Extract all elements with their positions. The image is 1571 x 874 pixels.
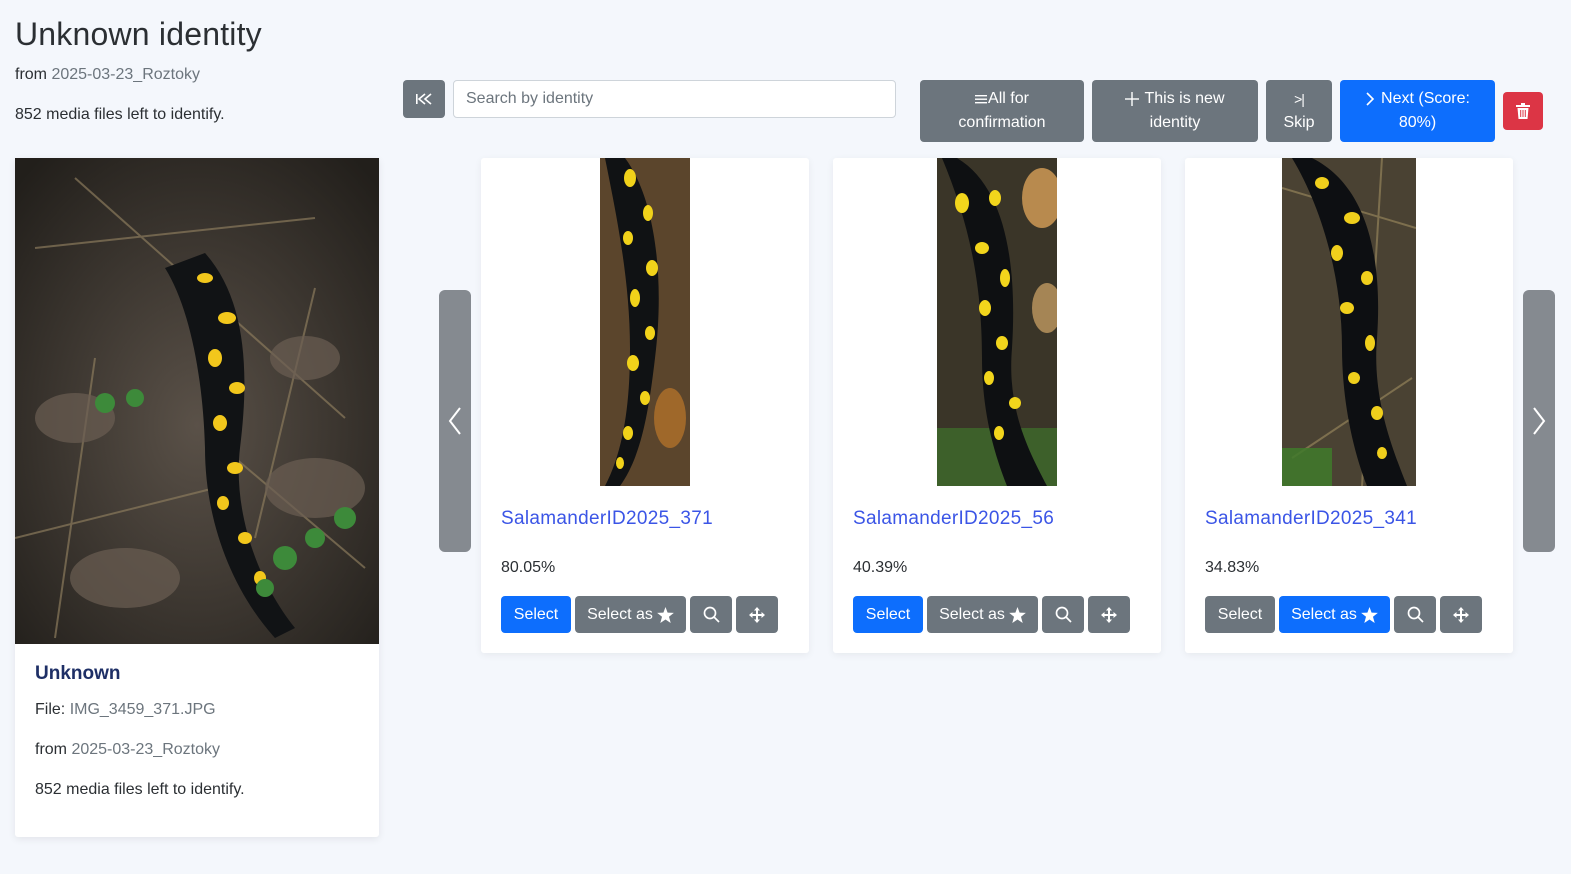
- plus-icon: [1125, 92, 1140, 106]
- search-icon: [703, 606, 720, 623]
- candidate-image[interactable]: [600, 158, 690, 486]
- candidate-score: 34.83%: [1205, 559, 1260, 576]
- move-button[interactable]: [736, 596, 778, 633]
- select-as-label: Select as: [939, 605, 1005, 623]
- move-icon: [749, 606, 765, 623]
- candidate-image[interactable]: [937, 158, 1057, 486]
- candidate-card: SalamanderID2025_341 34.83% Select Selec…: [1185, 158, 1513, 653]
- new-identity-button[interactable]: This is new identity: [1092, 80, 1258, 142]
- select-as-button[interactable]: Select as: [927, 596, 1038, 633]
- search-icon: [1407, 606, 1424, 623]
- location-link[interactable]: 2025-03-23_Roztoky: [71, 741, 220, 758]
- page-title: Unknown identity: [15, 16, 262, 52]
- all-for-confirmation-button[interactable]: All for confirmation: [920, 80, 1084, 142]
- salamander-photo: [1282, 158, 1416, 486]
- select-button[interactable]: Select: [1205, 596, 1275, 633]
- new-identity-label: This is new: [1144, 90, 1225, 107]
- chevron-left-icon: [448, 407, 461, 435]
- zoom-button[interactable]: [690, 596, 732, 633]
- salamander-photo: [937, 158, 1057, 486]
- select-as-label: Select as: [1291, 605, 1357, 623]
- query-title: Unknown: [35, 663, 121, 684]
- all-for-row: All for: [975, 87, 1029, 111]
- move-button[interactable]: [1440, 596, 1482, 633]
- next-score: 80%): [1398, 114, 1437, 131]
- skip-icon: >|: [1294, 91, 1305, 107]
- from-label: from: [35, 741, 67, 758]
- star-icon: [1009, 606, 1026, 623]
- candidate-name-link[interactable]: SalamanderID2025_341: [1205, 508, 1417, 530]
- candidate-name-link[interactable]: SalamanderID2025_371: [501, 508, 713, 530]
- query-file-line: File: IMG_3459_371.JPG: [35, 701, 216, 719]
- delete-button[interactable]: [1503, 92, 1543, 130]
- remaining-count: 852 media files left to identify.: [15, 106, 225, 123]
- search-icon: [1055, 606, 1072, 623]
- move-icon: [1101, 606, 1117, 623]
- query-image[interactable]: [15, 158, 379, 644]
- candidate-score: 40.39%: [853, 559, 908, 576]
- next-row: Next (Score:: [1365, 87, 1470, 111]
- salamander-photo: [600, 158, 690, 486]
- candidate-card: SalamanderID2025_56 40.39% Select Select…: [833, 158, 1161, 653]
- first-page-icon: [416, 93, 432, 105]
- from-label: from: [15, 66, 47, 83]
- candidate-score: 80.05%: [501, 559, 556, 576]
- first-page-button[interactable]: [403, 80, 445, 118]
- carousel-prev-button[interactable]: [439, 290, 471, 552]
- next-label: Next (Score:: [1381, 90, 1470, 107]
- skip-label: Skip: [1283, 114, 1315, 131]
- file-name[interactable]: IMG_3459_371.JPG: [70, 701, 216, 718]
- query-source-line: from 2025-03-23_Roztoky: [35, 741, 220, 759]
- query-info: Unknown File: IMG_3459_371.JPG from 2025…: [35, 663, 245, 798]
- identity-label: identity: [1149, 114, 1201, 131]
- file-label: File:: [35, 701, 66, 718]
- query-card: Unknown File: IMG_3459_371.JPG from 2025…: [15, 158, 379, 837]
- candidate-name-link[interactable]: SalamanderID2025_56: [853, 508, 1054, 530]
- select-button[interactable]: Select: [501, 596, 571, 633]
- candidate-image[interactable]: [1282, 158, 1416, 486]
- select-as-label: Select as: [587, 605, 653, 623]
- all-for-label: All for: [988, 90, 1029, 107]
- zoom-button[interactable]: [1042, 596, 1084, 633]
- header-source: from 2025-03-23_Roztoky: [15, 66, 200, 84]
- select-as-button[interactable]: Select as: [575, 596, 686, 633]
- new-identity-row: This is new: [1125, 87, 1225, 111]
- zoom-button[interactable]: [1394, 596, 1436, 633]
- carousel-next-button[interactable]: [1523, 290, 1555, 552]
- chevron-right-icon: [1533, 407, 1546, 435]
- salamander-photo: [15, 158, 379, 644]
- star-icon: [657, 606, 674, 623]
- trash-icon: [1516, 103, 1530, 119]
- query-remaining: 852 media files left to identify.: [35, 781, 245, 798]
- chevron-right-icon: [1366, 92, 1375, 106]
- move-icon: [1453, 606, 1469, 623]
- skip-button[interactable]: >| Skip: [1266, 80, 1332, 142]
- star-icon: [1361, 606, 1378, 623]
- list-icon: [975, 95, 988, 104]
- search-input[interactable]: [453, 80, 896, 118]
- move-button[interactable]: [1088, 596, 1130, 633]
- select-button[interactable]: Select: [853, 596, 923, 633]
- next-button[interactable]: Next (Score: 80%): [1340, 80, 1495, 142]
- confirmation-label: confirmation: [958, 114, 1046, 131]
- candidate-card: SalamanderID2025_371 80.05% Select Selec…: [481, 158, 809, 653]
- location-link[interactable]: 2025-03-23_Roztoky: [51, 66, 200, 83]
- select-as-button[interactable]: Select as: [1279, 596, 1390, 633]
